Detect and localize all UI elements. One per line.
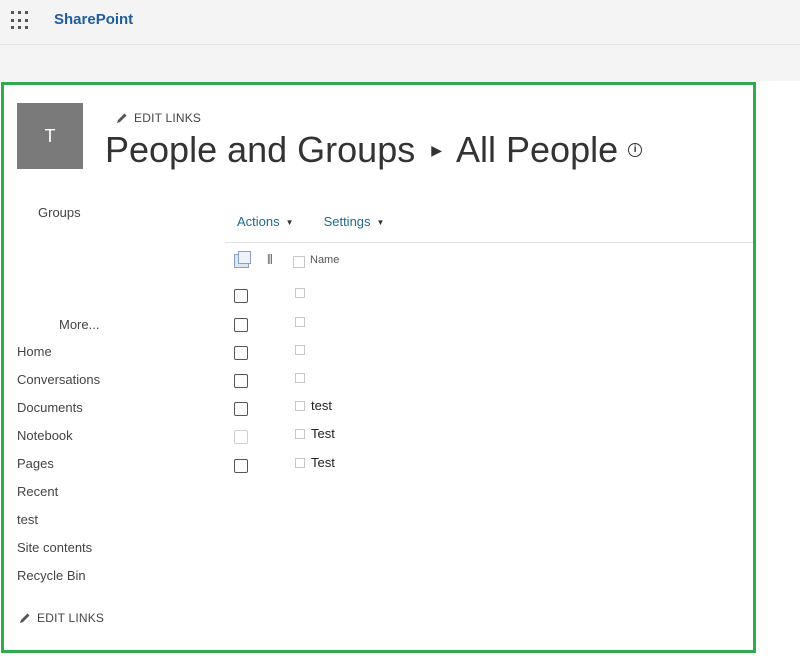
nav-item-notebook[interactable]: Notebook	[17, 427, 100, 455]
row-checkbox-disabled	[234, 430, 248, 444]
table-row	[225, 317, 625, 339]
row-checkbox[interactable]	[234, 318, 248, 332]
ribbon-bar	[0, 45, 800, 81]
name-checkbox[interactable]	[295, 345, 305, 355]
row-checkbox[interactable]	[234, 459, 248, 473]
name-checkbox[interactable]	[295, 288, 305, 298]
actions-label: Actions	[237, 214, 280, 229]
settings-menu[interactable]: Settings ▼	[324, 214, 385, 229]
nav-item-recent[interactable]: Recent	[17, 483, 100, 511]
name-checkbox[interactable]	[295, 373, 305, 383]
row-checkbox[interactable]	[234, 402, 248, 416]
name-checkbox[interactable]	[295, 429, 305, 439]
top-edit-links[interactable]: EDIT LINKS	[116, 111, 201, 125]
row-checkbox[interactable]	[234, 289, 248, 303]
row-name[interactable]: Test	[311, 426, 335, 441]
row-name[interactable]: Test	[311, 455, 335, 470]
current-page: All People	[456, 129, 619, 170]
table-row	[225, 345, 625, 367]
site-logo[interactable]: T	[17, 103, 83, 169]
attachment-icon: ⦀	[267, 252, 273, 267]
nav-item-recycle-bin[interactable]: Recycle Bin	[17, 567, 100, 595]
pencil-icon	[117, 113, 127, 123]
page-content: T EDIT LINKS People and Groups ▶ All Peo…	[1, 82, 756, 653]
nav-item-documents[interactable]: Documents	[17, 399, 100, 427]
brand-link[interactable]: SharePoint	[54, 11, 133, 28]
settings-label: Settings	[323, 214, 371, 229]
list-header: ⦀ Name	[225, 251, 525, 271]
name-checkbox[interactable]	[295, 317, 305, 327]
actions-menu[interactable]: Actions ▼	[237, 214, 294, 229]
nav-groups[interactable]: Groups	[38, 205, 81, 220]
edit-links-label: EDIT LINKS	[134, 111, 202, 125]
name-checkbox[interactable]	[295, 401, 305, 411]
table-row: Test	[225, 426, 625, 451]
nav-item-pages[interactable]: Pages	[17, 455, 100, 483]
table-row	[225, 288, 625, 310]
nav-more[interactable]: More...	[59, 317, 99, 332]
row-checkbox[interactable]	[234, 374, 248, 388]
column-header-name[interactable]: Name	[310, 254, 339, 266]
row-name[interactable]: test	[311, 398, 332, 413]
quick-launch: Home Conversations Documents Notebook Pa…	[17, 343, 100, 595]
nav-item-home[interactable]: Home	[17, 343, 100, 371]
pencil-icon	[20, 613, 30, 623]
name-checkbox[interactable]	[295, 458, 305, 468]
nav-item-test[interactable]: test	[17, 511, 100, 539]
app-launcher-icon[interactable]	[11, 11, 31, 31]
table-row: test	[225, 398, 625, 423]
info-icon[interactable]: i	[628, 143, 643, 157]
command-bar: Actions ▼ Settings ▼	[237, 214, 384, 229]
title-link[interactable]: People and Groups	[105, 129, 415, 171]
name-header-checkbox[interactable]	[293, 256, 305, 268]
nav-item-site-contents[interactable]: Site contents	[17, 539, 100, 567]
page-title: People and Groups ▶ All People i	[105, 129, 643, 171]
nav-item-conversations[interactable]: Conversations	[17, 371, 100, 399]
caret-down-icon: ▼	[285, 218, 294, 228]
suite-bar: SharePoint	[0, 0, 800, 45]
edit-links-label: EDIT LINKS	[37, 611, 105, 625]
divider	[225, 242, 753, 243]
nav-edit-links[interactable]: EDIT LINKS	[19, 611, 104, 625]
table-row: Test	[225, 455, 625, 480]
table-row	[225, 373, 625, 395]
row-checkbox[interactable]	[234, 346, 248, 360]
breadcrumb-separator-icon: ▶	[431, 141, 442, 158]
select-all-icon[interactable]	[234, 251, 251, 268]
caret-down-icon: ▼	[376, 218, 385, 228]
